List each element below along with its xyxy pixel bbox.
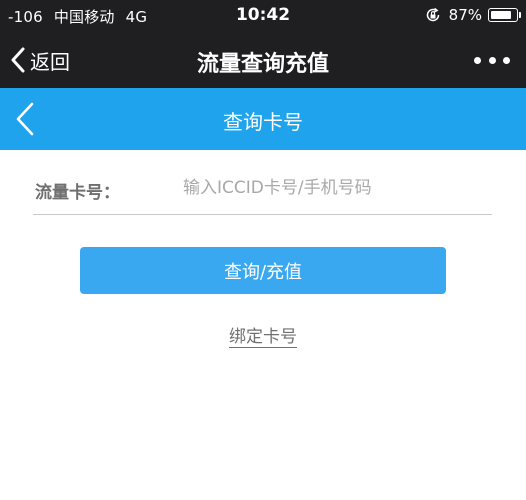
more-icon	[488, 56, 496, 64]
battery-level	[490, 10, 512, 19]
lock-rotation-icon	[426, 7, 439, 22]
battery-icon	[488, 8, 521, 22]
more-icon	[503, 56, 510, 64]
more-button[interactable]	[474, 50, 510, 70]
page-header: 查询卡号	[0, 88, 526, 150]
more-icon	[474, 56, 481, 64]
query-recharge-button[interactable]: 查询/充值	[80, 247, 446, 294]
status-bar: -106 中国移动 4G 10:42 87%	[0, 0, 526, 32]
app-screen: -106 中国移动 4G 10:42 87% 返回 流量查询充值 查询卡号 流量…	[0, 0, 526, 500]
card-number-label: 流量卡号：	[35, 183, 120, 203]
nav-bar: 返回 流量查询充值	[0, 32, 526, 88]
back-chevron-icon	[11, 47, 25, 73]
battery-percent: 87%	[448, 6, 482, 24]
bind-card-link[interactable]: 绑定卡号	[229, 327, 297, 347]
nav-title: 流量查询充值	[196, 52, 329, 77]
back-button[interactable]: 返回	[10, 45, 70, 75]
card-number-row: 流量卡号：	[33, 160, 492, 215]
status-right: 87%	[425, 6, 521, 24]
card-number-input[interactable]	[183, 170, 483, 206]
back-label: 返回	[30, 49, 70, 74]
bind-card-link-row: 绑定卡号	[0, 322, 526, 347]
page-title: 查询卡号	[223, 110, 303, 134]
